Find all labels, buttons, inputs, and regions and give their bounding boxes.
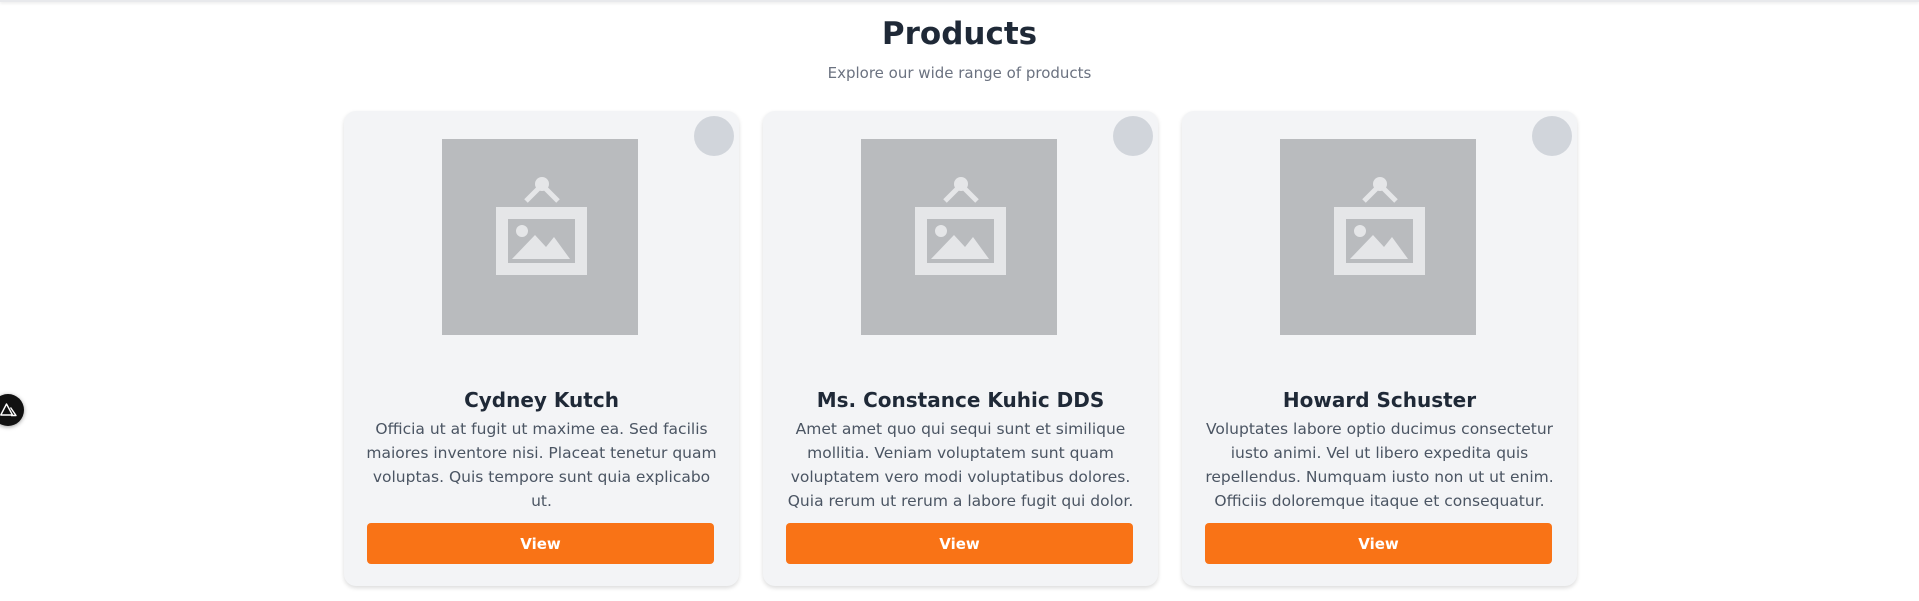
products-header: Products Explore our wide range of produ…: [0, 14, 1919, 82]
product-description: Officia ut at fugit ut maxime ea. Sed fa…: [366, 420, 717, 510]
product-card: Ms. Constance Kuhic DDS Amet amet quo qu…: [763, 111, 1158, 586]
view-button[interactable]: View: [786, 523, 1133, 564]
product-card: Howard Schuster Voluptates labore optio …: [1182, 111, 1577, 586]
page-subtitle: Explore our wide range of products: [827, 64, 1092, 82]
product-card: Cydney Kutch Officia ut at fugit ut maxi…: [344, 111, 739, 586]
favorite-button[interactable]: [694, 116, 734, 156]
view-button[interactable]: View: [367, 523, 714, 564]
view-button[interactable]: View: [1205, 523, 1552, 564]
product-description: Amet amet quo qui sequi sunt et similiqu…: [787, 420, 1134, 510]
top-bar-shadow: [0, 0, 1919, 2]
image-placeholder-icon: [442, 139, 638, 335]
product-description: Voluptates labore optio ducimus consecte…: [1205, 420, 1554, 510]
favorite-button[interactable]: [1532, 116, 1572, 156]
product-name: Cydney Kutch: [464, 388, 619, 412]
image-placeholder-icon: [861, 139, 1057, 335]
image-placeholder-icon: [1280, 139, 1476, 335]
page-title: Products: [881, 16, 1038, 52]
products-page: Products Explore our wide range of produ…: [0, 0, 1919, 601]
product-name: Howard Schuster: [1282, 388, 1477, 412]
product-grid: Cydney Kutch Officia ut at fugit ut maxi…: [344, 111, 1578, 586]
nuxt-devtools-button[interactable]: [0, 394, 24, 426]
product-name: Ms. Constance Kuhic DDS: [816, 388, 1105, 412]
nuxt-devtools-icon: [0, 403, 17, 417]
favorite-button[interactable]: [1113, 116, 1153, 156]
